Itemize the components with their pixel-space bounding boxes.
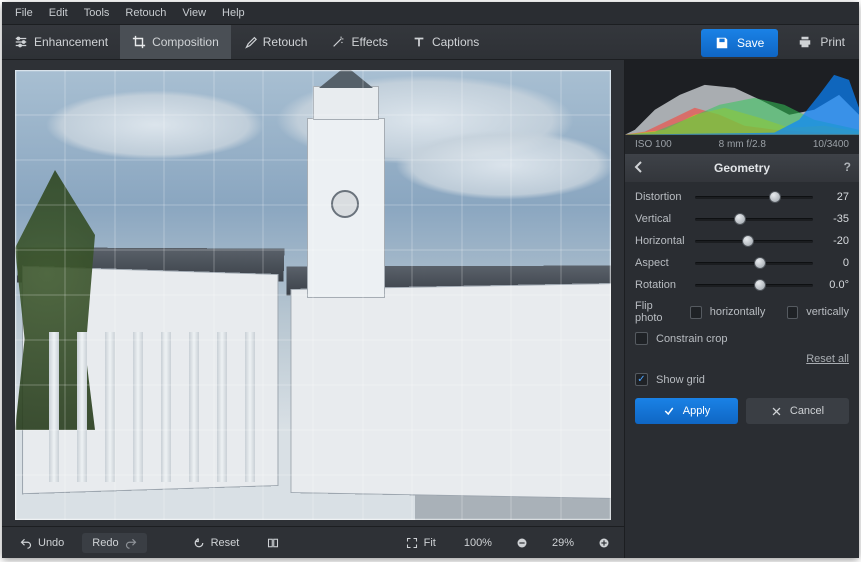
distortion-label: Distortion bbox=[635, 191, 689, 203]
slider-rotation: Rotation 0.0° bbox=[635, 278, 849, 292]
fit-label: Fit bbox=[424, 537, 436, 549]
slider-vertical: Vertical -35 bbox=[635, 212, 849, 226]
apply-button[interactable]: Apply bbox=[635, 398, 738, 424]
tab-composition[interactable]: Composition bbox=[120, 25, 231, 59]
show-grid-label: Show grid bbox=[656, 374, 705, 386]
zoom-100-label: 100% bbox=[464, 537, 492, 549]
distortion-value: 27 bbox=[819, 191, 849, 203]
flip-label: Flip photo bbox=[635, 300, 682, 324]
reset-label: Reset bbox=[211, 537, 240, 549]
crop-icon bbox=[132, 35, 146, 49]
undo-button[interactable]: Undo bbox=[10, 533, 74, 553]
save-label: Save bbox=[737, 36, 764, 50]
menu-help[interactable]: Help bbox=[215, 5, 252, 21]
panel-title: Geometry bbox=[714, 161, 770, 175]
constrain-crop-label: Constrain crop bbox=[656, 333, 728, 345]
rotation-slider[interactable] bbox=[695, 278, 813, 292]
redo-label: Redo bbox=[92, 537, 118, 549]
canvas-area: Undo Redo Reset Fit bbox=[2, 60, 624, 558]
aspect-value: 0 bbox=[819, 257, 849, 269]
menu-edit[interactable]: Edit bbox=[42, 5, 75, 21]
show-grid-checkbox[interactable] bbox=[635, 373, 648, 386]
tab-label: Enhancement bbox=[34, 35, 108, 49]
undo-label: Undo bbox=[38, 537, 64, 549]
side-panel: ISO 100 8 mm f/2.8 10/3400 Geometry ? Di… bbox=[624, 60, 859, 558]
slider-distortion: Distortion 27 bbox=[635, 190, 849, 204]
zoom-value[interactable]: 29% bbox=[542, 533, 584, 553]
aspect-label: Aspect bbox=[635, 257, 689, 269]
cancel-button[interactable]: Cancel bbox=[746, 398, 849, 424]
tab-label: Effects bbox=[351, 35, 387, 49]
print-label: Print bbox=[820, 35, 845, 49]
help-button[interactable]: ? bbox=[844, 160, 851, 174]
app-window: File Edit Tools Retouch View Help Enhanc… bbox=[2, 2, 859, 558]
print-button[interactable]: Print bbox=[784, 25, 859, 59]
panel-controls: Distortion 27 Vertical -35 Horizontal -2… bbox=[625, 182, 859, 432]
back-button[interactable] bbox=[633, 160, 645, 177]
slider-aspect: Aspect 0 bbox=[635, 256, 849, 270]
tab-retouch[interactable]: Retouch bbox=[231, 25, 320, 59]
reset-button[interactable]: Reset bbox=[183, 533, 250, 553]
zoom-100-button[interactable]: 100% bbox=[454, 533, 502, 553]
histogram bbox=[625, 60, 859, 135]
tab-enhancement[interactable]: Enhancement bbox=[2, 25, 120, 59]
horizontal-value: -20 bbox=[819, 235, 849, 247]
tab-label: Composition bbox=[152, 35, 219, 49]
flip-row: Flip photo horizontally vertically bbox=[635, 300, 849, 324]
flip-vertical-checkbox[interactable] bbox=[787, 306, 799, 319]
apply-label: Apply bbox=[683, 405, 711, 417]
image-meta: ISO 100 8 mm f/2.8 10/3400 bbox=[625, 135, 859, 154]
rotation-label: Rotation bbox=[635, 279, 689, 291]
menu-tools[interactable]: Tools bbox=[77, 5, 117, 21]
horizontal-label: Horizontal bbox=[635, 235, 689, 247]
fit-button[interactable]: Fit bbox=[396, 533, 446, 553]
zoom-value-label: 29% bbox=[552, 537, 574, 549]
compare-button[interactable] bbox=[257, 533, 289, 553]
cancel-label: Cancel bbox=[790, 405, 824, 417]
wand-icon bbox=[331, 35, 345, 49]
menu-view[interactable]: View bbox=[175, 5, 213, 21]
toolbar: Enhancement Composition Retouch Effects … bbox=[2, 24, 859, 60]
menubar: File Edit Tools Retouch View Help bbox=[2, 2, 859, 24]
tab-captions[interactable]: Captions bbox=[400, 25, 491, 59]
menu-retouch[interactable]: Retouch bbox=[118, 5, 173, 21]
reset-all-link[interactable]: Reset all bbox=[635, 353, 849, 365]
aspect-slider[interactable] bbox=[695, 256, 813, 270]
slider-horizontal: Horizontal -20 bbox=[635, 234, 849, 248]
tab-label: Captions bbox=[432, 35, 479, 49]
flip-horizontal-checkbox[interactable] bbox=[690, 306, 702, 319]
redo-button[interactable]: Redo bbox=[82, 533, 146, 553]
text-icon bbox=[412, 35, 426, 49]
shutter-value: 10/3400 bbox=[813, 139, 849, 150]
image-canvas[interactable] bbox=[15, 70, 611, 520]
zoom-out-button[interactable] bbox=[510, 533, 534, 553]
flip-horizontal-label: horizontally bbox=[710, 306, 766, 318]
panel-header: Geometry ? bbox=[625, 154, 859, 182]
lens-value: 8 mm f/2.8 bbox=[719, 139, 766, 150]
constrain-crop-checkbox[interactable] bbox=[635, 332, 648, 345]
menu-file[interactable]: File bbox=[8, 5, 40, 21]
save-icon bbox=[715, 36, 729, 50]
iso-value: ISO 100 bbox=[635, 139, 672, 150]
sliders-icon bbox=[14, 35, 28, 49]
distortion-slider[interactable] bbox=[695, 190, 813, 204]
flip-vertical-label: vertically bbox=[806, 306, 849, 318]
tab-label: Retouch bbox=[263, 35, 308, 49]
zoom-in-button[interactable] bbox=[592, 533, 616, 553]
rotation-value: 0.0° bbox=[819, 279, 849, 291]
save-button[interactable]: Save bbox=[701, 29, 778, 57]
vertical-value: -35 bbox=[819, 213, 849, 225]
horizontal-slider[interactable] bbox=[695, 234, 813, 248]
bottom-bar: Undo Redo Reset Fit bbox=[2, 526, 624, 558]
tab-effects[interactable]: Effects bbox=[319, 25, 399, 59]
vertical-slider[interactable] bbox=[695, 212, 813, 226]
constrain-row: Constrain crop bbox=[635, 332, 849, 345]
brush-icon bbox=[243, 35, 257, 49]
main-area: Undo Redo Reset Fit bbox=[2, 60, 859, 558]
print-icon bbox=[798, 35, 812, 49]
show-grid-row: Show grid bbox=[635, 373, 849, 386]
vertical-label: Vertical bbox=[635, 213, 689, 225]
